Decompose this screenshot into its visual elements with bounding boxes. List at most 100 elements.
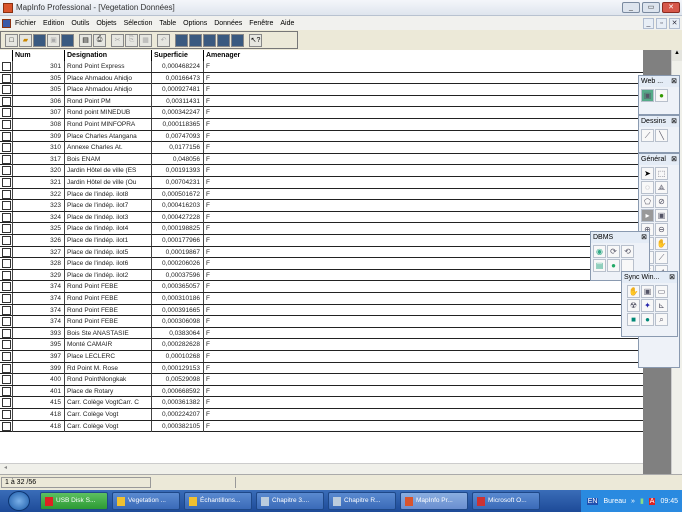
cell-designation[interactable]: Rond Point FEBE — [64, 293, 151, 304]
cell-superficie[interactable]: 0,000427228 — [151, 211, 203, 223]
sync-angle-icon[interactable]: ⊾ — [655, 299, 668, 312]
line-icon[interactable]: ╲ — [655, 129, 668, 142]
cell-num[interactable]: 327 — [12, 246, 64, 258]
cell-designation[interactable]: Bois ENAM — [64, 153, 151, 165]
table-row[interactable]: 393 Bois Ste ANASTASIE 0,0383064 F — [0, 327, 643, 340]
radius-select-icon[interactable]: ◌ — [641, 181, 654, 194]
cell-superficie[interactable]: 0,000927481 — [151, 84, 203, 96]
scroll-left-icon[interactable]: ◂ — [0, 464, 11, 474]
row-select[interactable] — [0, 421, 12, 432]
taskbar-item[interactable]: Vegetation ... — [112, 492, 180, 510]
start-button[interactable] — [8, 491, 30, 511]
row-select[interactable] — [0, 247, 12, 258]
cell-amenager[interactable]: F — [203, 72, 643, 84]
row-select[interactable] — [0, 84, 12, 95]
cell-superficie[interactable]: 0,00529098 — [151, 374, 203, 386]
scroll-up-icon[interactable]: ▲ — [672, 50, 682, 61]
row-checkbox[interactable] — [2, 375, 11, 385]
row-select[interactable] — [0, 177, 12, 188]
row-checkbox[interactable] — [2, 247, 11, 257]
cell-designation[interactable]: Monté CAMAIR — [64, 339, 151, 351]
cell-amenager[interactable]: F — [203, 107, 643, 119]
row-select[interactable] — [0, 154, 12, 165]
table-row[interactable]: 307 Rond point MINEDUB 0,000342247 F — [0, 107, 643, 119]
cell-superficie[interactable]: 0,00166473 — [151, 72, 203, 84]
menu-fenetre[interactable]: Fenêtre — [249, 20, 273, 27]
expand-icon[interactable]: » — [631, 498, 635, 505]
cell-amenager[interactable]: F — [203, 293, 643, 304]
web-palette[interactable]: Web ... ⊠ ▣ ● — [638, 75, 680, 115]
cell-amenager[interactable]: F — [203, 177, 643, 188]
unselect-icon[interactable]: ⊘ — [655, 195, 668, 208]
cell-num[interactable]: 374 — [12, 316, 64, 328]
cell-num[interactable]: 328 — [12, 258, 64, 270]
sync-square-icon[interactable]: ■ — [627, 313, 640, 326]
new-grapher-icon[interactable] — [203, 33, 216, 47]
redistricter-icon[interactable] — [231, 33, 244, 47]
table-row[interactable]: 374 Rond Point FEBE 0,000310186 F — [0, 293, 643, 305]
new-browser-icon[interactable] — [175, 33, 188, 47]
cell-designation[interactable]: Place de l'indép. ilot3 — [64, 211, 151, 223]
cell-amenager[interactable]: F — [203, 200, 643, 212]
cell-num[interactable]: 374 — [12, 304, 64, 316]
row-checkbox[interactable] — [2, 154, 11, 164]
cell-designation[interactable]: Carr. Colège Vogt — [64, 420, 151, 432]
cell-superficie[interactable]: 0,00037596 — [151, 269, 203, 281]
close-icon[interactable]: ⊠ — [671, 76, 677, 87]
paste-icon[interactable]: ▦ — [139, 33, 152, 47]
close-button[interactable]: ✕ — [662, 2, 680, 13]
dbms-refresh-icon[interactable]: ⟳ — [607, 245, 620, 258]
graph-select-icon[interactable]: ▣ — [655, 209, 668, 222]
dbms-open-icon[interactable]: ◉ — [593, 245, 606, 258]
sync-window-icon[interactable]: ▣ — [641, 285, 654, 298]
row-select[interactable] — [0, 409, 12, 420]
row-checkbox[interactable] — [2, 178, 11, 187]
table-row[interactable]: 327 Place de l'indép. ilot5 0,00019867 F — [0, 246, 643, 259]
row-checkbox[interactable] — [2, 212, 11, 222]
cell-superficie[interactable]: 0,0177156 — [151, 142, 203, 154]
table-row[interactable]: 322 Place de l'indép. ilot8 0,000501672 F — [0, 188, 643, 201]
cell-designation[interactable]: Rond PointNlongkak — [64, 374, 151, 386]
cell-designation[interactable]: Rond Point FEBE — [64, 316, 151, 328]
table-row[interactable]: 306 Rond Point PM 0,00311431 F — [0, 95, 643, 108]
cell-designation[interactable]: Rond Point FEBE — [64, 304, 151, 316]
row-checkbox[interactable] — [2, 398, 11, 408]
cell-designation[interactable]: Rd Point M. Rose — [64, 362, 151, 374]
table-row[interactable]: 305 Place Ahmadou Ahidjo 0,00166473 F — [0, 72, 643, 85]
cell-designation[interactable]: Bois Ste ANASTASIE — [64, 327, 151, 339]
dbms-unlink-icon[interactable]: ⟲ — [621, 245, 634, 258]
cell-num[interactable]: 374 — [12, 281, 64, 293]
child-minimize-button[interactable]: _ — [643, 18, 654, 29]
row-select[interactable] — [0, 363, 12, 374]
cut-icon[interactable]: ✂ — [111, 33, 124, 47]
grabber-icon[interactable]: ✋ — [655, 237, 668, 250]
menu-selection[interactable]: Sélection — [124, 20, 153, 27]
boundary-select-icon[interactable]: ⬠ — [641, 195, 654, 208]
cell-superficie[interactable]: 0,000342247 — [151, 107, 203, 119]
cell-amenager[interactable]: F — [203, 130, 643, 142]
row-checkbox[interactable] — [2, 410, 11, 419]
row-select[interactable] — [0, 339, 12, 350]
close-icon[interactable]: ⊠ — [671, 116, 677, 127]
cell-amenager[interactable]: F — [203, 142, 643, 154]
cell-num[interactable]: 308 — [12, 119, 64, 130]
row-select[interactable] — [0, 305, 12, 316]
row-select[interactable] — [0, 131, 12, 142]
dbms-table-icon[interactable]: ▤ — [593, 259, 606, 272]
row-select[interactable] — [0, 374, 12, 385]
row-select[interactable] — [0, 258, 12, 269]
cell-amenager[interactable]: F — [203, 397, 643, 409]
table-row[interactable]: 328 Place de l'indép. ilot6 0,000206026 F — [0, 258, 643, 270]
header-designation[interactable]: Designation — [64, 50, 151, 61]
row-checkbox[interactable] — [2, 259, 11, 269]
cell-superficie[interactable]: 0,00019867 — [151, 246, 203, 258]
child-close-button[interactable]: ✕ — [669, 18, 680, 29]
row-checkbox[interactable] — [2, 236, 11, 245]
table-row[interactable]: 400 Rond PointNlongkak 0,00529098 F — [0, 374, 643, 386]
row-checkbox[interactable] — [2, 282, 11, 292]
sync-window-palette[interactable]: Sync Win... ⊠ ✋ ▣ ▭ ☢ ✦ ⊾ ■ ● ⌕ — [621, 271, 678, 337]
cell-num[interactable]: 329 — [12, 269, 64, 281]
cell-superficie[interactable]: 0,000306098 — [151, 316, 203, 328]
cell-num[interactable]: 393 — [12, 327, 64, 339]
cell-amenager[interactable]: F — [203, 327, 643, 339]
